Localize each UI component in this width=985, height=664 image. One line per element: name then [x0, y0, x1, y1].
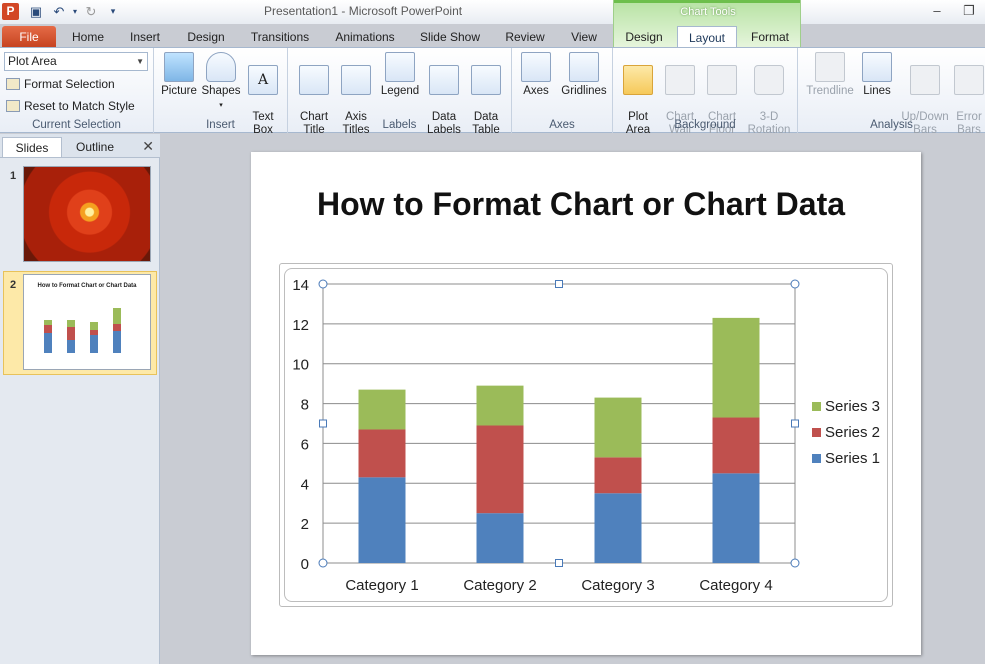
- x-tick-label: Category 4: [699, 577, 772, 594]
- y-tick-label: 10: [292, 357, 309, 374]
- bar-segment: [594, 457, 642, 494]
- selection-handle-side: [555, 280, 563, 288]
- legend-label: Series 2: [825, 424, 880, 441]
- selection-handle-corner: [318, 558, 328, 568]
- y-tick-label: 8: [301, 397, 309, 414]
- bar-segment: [712, 417, 760, 474]
- y-tick-label: 2: [301, 516, 309, 533]
- y-tick-label: 0: [301, 556, 309, 573]
- bar-segment: [476, 513, 524, 563]
- y-tick-label: 14: [292, 277, 309, 294]
- bar-segment: [476, 385, 524, 426]
- legend-label: Series 1: [825, 450, 880, 467]
- bar-segment: [712, 473, 760, 563]
- bar-segment: [712, 317, 760, 418]
- legend-swatch: [812, 402, 821, 411]
- bar-segment: [358, 389, 406, 430]
- y-tick-label: 4: [301, 476, 309, 493]
- bar-segment: [594, 397, 642, 458]
- legend-swatch: [812, 428, 821, 437]
- selection-handle-side: [319, 419, 327, 428]
- stacked-bar-chart: 0 2 4 6 8 10 12 14 Category 1 Category 2 Category …: [292, 277, 880, 594]
- legend-swatch: [812, 454, 821, 463]
- legend-label: Series 3: [825, 398, 880, 415]
- bar-segment: [594, 493, 642, 563]
- selection-handle-corner: [790, 558, 800, 568]
- selection-handle-side: [791, 419, 799, 428]
- y-tick-label: 12: [292, 317, 309, 334]
- y-tick-label: 6: [301, 436, 309, 453]
- x-tick-label: Category 2: [463, 577, 536, 594]
- selection-handle-corner: [790, 279, 800, 289]
- bar-segment: [358, 429, 406, 478]
- selection-handle-corner: [318, 279, 328, 289]
- bar-segment: [358, 477, 406, 563]
- bar-segment: [476, 425, 524, 514]
- x-tick-label: Category 1: [345, 577, 418, 594]
- selection-handle-side: [555, 559, 563, 567]
- x-tick-label: Category 3: [581, 577, 654, 594]
